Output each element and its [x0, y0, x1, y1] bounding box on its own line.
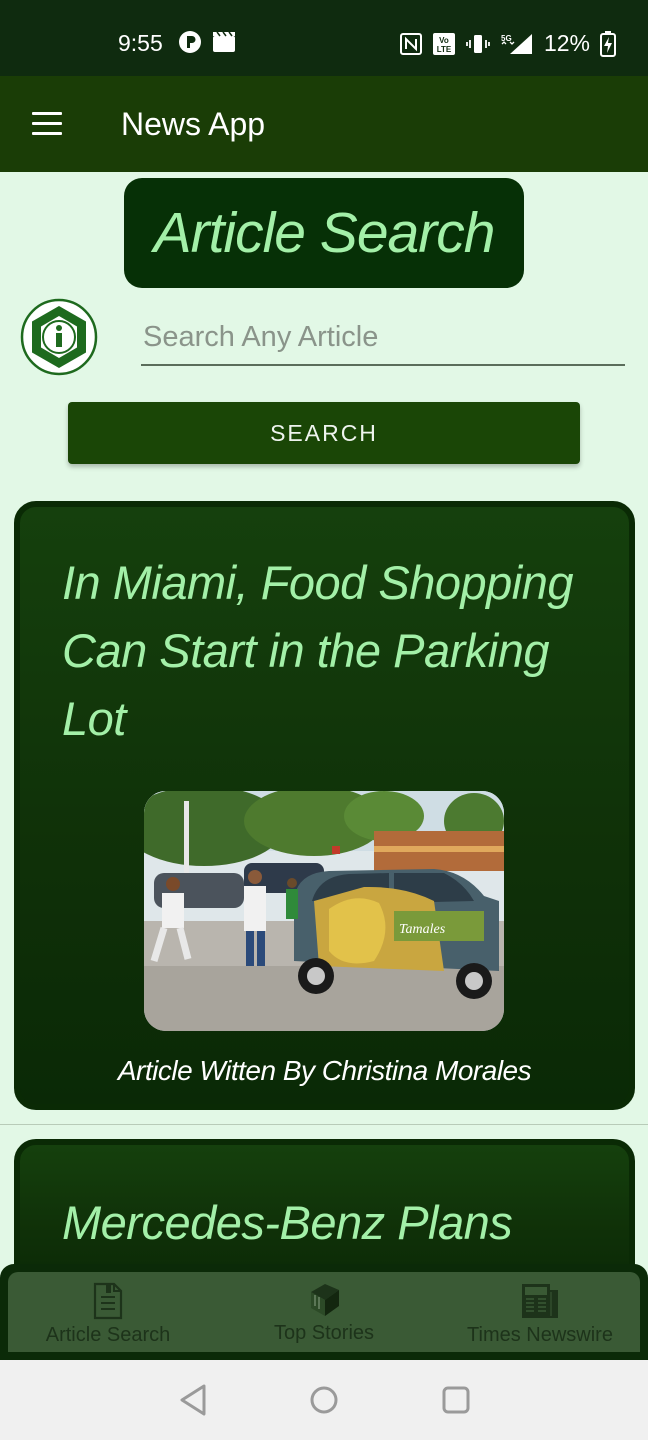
- system-navigation-bar: [0, 1360, 648, 1440]
- newspaper-icon: [522, 1284, 558, 1318]
- article-title: Mercedes-Benz Plans: [62, 1196, 513, 1249]
- vibrate-icon: [466, 34, 490, 53]
- divider: [0, 1124, 648, 1125]
- book-icon: [311, 1284, 339, 1316]
- article-image: Tamales: [144, 791, 504, 1031]
- page-header-card: Article Search: [124, 178, 524, 288]
- status-right-icons: Vo LTE 5G 12%: [399, 30, 616, 57]
- volte-icon: Vo LTE: [432, 32, 455, 55]
- svg-text:Tamales: Tamales: [399, 922, 446, 937]
- battery-percent: 12%: [543, 30, 590, 56]
- search-input[interactable]: [141, 310, 625, 366]
- article-photo: Tamales: [144, 791, 504, 1031]
- signal-5g-icon: 5G: [501, 33, 532, 54]
- nav-item-times-newswire[interactable]: Times Newswire: [440, 1282, 640, 1354]
- search-button[interactable]: SEARCH: [68, 402, 580, 464]
- status-bar: 9:55 Vo LTE 5G 12%: [0, 0, 648, 76]
- home-icon[interactable]: [304, 1382, 344, 1418]
- info-logo-icon: [20, 298, 98, 376]
- article-title: In Miami, Food Shopping Can Start in the…: [62, 556, 574, 745]
- recents-icon[interactable]: [436, 1382, 476, 1418]
- app-notification-icon: [179, 31, 201, 53]
- nav-label: Article Search: [45, 1324, 171, 1346]
- article-byline: Article Witten By Christina Morales: [117, 1055, 532, 1086]
- back-icon[interactable]: [174, 1382, 214, 1418]
- nav-item-article-search[interactable]: Article Search: [8, 1282, 208, 1354]
- battery-charging-icon: [600, 30, 616, 57]
- hamburger-menu-icon[interactable]: [26, 106, 70, 142]
- article-card[interactable]: In Miami, Food Shopping Can Start in the…: [14, 501, 635, 1110]
- nfc-icon: [399, 32, 422, 55]
- nav-label: Top Stories: [273, 1322, 375, 1344]
- video-clapper-icon: [213, 31, 235, 52]
- nav-item-top-stories[interactable]: Top Stories: [224, 1282, 424, 1354]
- app-bar: News App: [0, 76, 648, 172]
- status-left-icons: [178, 30, 236, 54]
- nav-label: Times Newswire: [467, 1324, 613, 1346]
- svg-text:Vo: Vo: [439, 36, 449, 45]
- svg-text:5G: 5G: [501, 34, 512, 43]
- bottom-navigation-inner: Article Search Top Stories Times Newswir…: [8, 1272, 640, 1352]
- app-title: News App: [121, 106, 266, 142]
- svg-text:LTE: LTE: [437, 45, 452, 54]
- bottom-navigation: Article Search Top Stories Times Newswir…: [0, 1264, 648, 1360]
- page-title: Article Search: [153, 201, 496, 265]
- status-time: 9:55: [118, 30, 163, 56]
- document-icon: [93, 1282, 123, 1320]
